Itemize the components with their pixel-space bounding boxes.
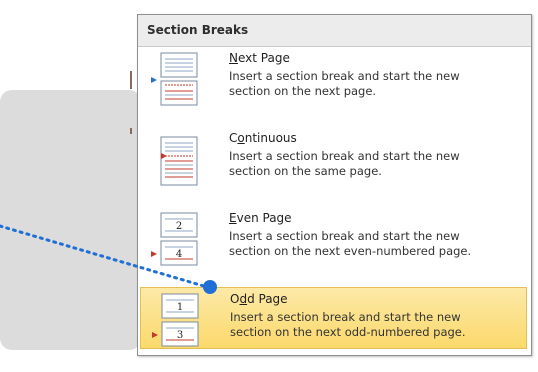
menu-item-odd-page[interactable]: 1 3 Odd Page Insert a section break and … bbox=[140, 287, 527, 349]
even-page-icon: 2 4 bbox=[151, 212, 198, 266]
menu-item-continuous[interactable]: Continuous Insert a section break and st… bbox=[140, 127, 527, 207]
ruler-marker bbox=[130, 71, 132, 89]
item-description: Insert a section break and start the new… bbox=[230, 310, 466, 339]
item-description: Insert a section break and start the new… bbox=[229, 149, 460, 178]
page-number-4: 4 bbox=[176, 249, 182, 260]
item-description: Insert a section break and start the new… bbox=[229, 69, 460, 98]
next-page-icon bbox=[151, 52, 198, 106]
backdrop-panel bbox=[0, 90, 141, 350]
odd-page-icon: 1 3 bbox=[152, 293, 199, 347]
menu-item-next-page[interactable]: Next Page Insert a section break and sta… bbox=[140, 47, 527, 127]
item-title: Even Page bbox=[229, 211, 292, 225]
section-breaks-menu: Section Breaks Next Page Insert a sectio… bbox=[137, 14, 532, 356]
ruler-tick bbox=[130, 128, 132, 134]
callout-dot bbox=[203, 280, 217, 294]
menu-header: Section Breaks bbox=[138, 15, 531, 47]
item-description: Insert a section break and start the new… bbox=[229, 229, 472, 258]
item-title: Next Page bbox=[229, 51, 290, 65]
item-title: Odd Page bbox=[230, 292, 288, 306]
page-number-2: 2 bbox=[176, 221, 182, 232]
page-number-1: 1 bbox=[177, 302, 183, 313]
item-title: Continuous bbox=[229, 131, 297, 145]
menu-item-even-page[interactable]: 2 4 Even Page Insert a section break and… bbox=[140, 207, 527, 287]
page-number-3: 3 bbox=[177, 330, 183, 341]
continuous-icon bbox=[160, 136, 198, 186]
